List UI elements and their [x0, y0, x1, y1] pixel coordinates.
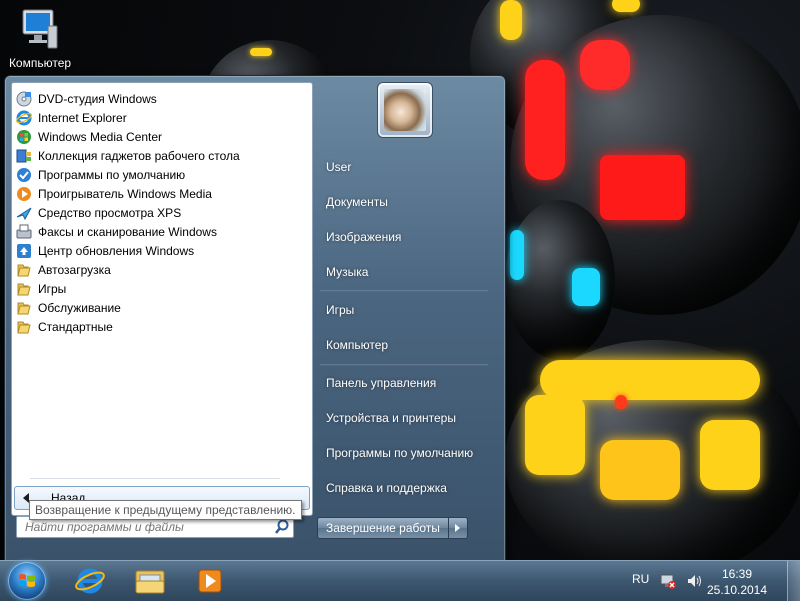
wallpaper-glow — [580, 40, 630, 90]
folder-icon — [16, 300, 32, 316]
back-tooltip: Возвращение к предыдущему представлению. — [29, 500, 302, 520]
folder-icon — [16, 262, 32, 278]
program-folder-accessories[interactable]: Стандартные — [12, 317, 312, 336]
start-link-help-support[interactable]: Справка и поддержка — [326, 481, 447, 495]
wallpaper-glow — [615, 395, 627, 409]
computer-icon — [21, 8, 59, 52]
folder-icon — [16, 319, 32, 335]
search-icon[interactable] — [273, 518, 291, 536]
program-label: Игры — [38, 281, 67, 296]
internet-explorer-icon — [75, 568, 105, 594]
media-player-icon — [198, 569, 222, 593]
media-center-icon — [16, 129, 32, 145]
start-link-games[interactable]: Игры — [326, 303, 354, 317]
start-link-default-programs[interactable]: Программы по умолчанию — [326, 446, 473, 460]
taskbar: RU 16:39 25.10.2014 — [0, 560, 800, 601]
clock-time: 16:39 — [721, 567, 753, 581]
program-label: Коллекция гаджетов рабочего стола — [38, 148, 240, 163]
clock[interactable]: 16:39 25.10.2014 — [702, 566, 772, 598]
shutdown-control: Завершение работы — [317, 517, 468, 539]
program-label: Internet Explorer — [38, 110, 127, 125]
chevron-right-icon — [455, 524, 461, 532]
internet-explorer-icon — [16, 110, 32, 126]
fax-scan-icon — [16, 224, 32, 240]
program-label: Обслуживание — [38, 300, 121, 315]
shutdown-button[interactable]: Завершение работы — [317, 517, 449, 539]
taskbar-media-player-button[interactable] — [186, 563, 234, 599]
user-photo-kitten — [384, 89, 426, 131]
wallpaper-glow — [510, 230, 524, 280]
network-icon[interactable] — [660, 573, 676, 592]
desktop-icon-label: Компьютер — [8, 56, 72, 70]
start-link-computer[interactable]: Компьютер — [326, 338, 388, 352]
program-item-default-programs[interactable]: Программы по умолчанию — [12, 165, 312, 184]
program-label: Стандартные — [38, 319, 113, 334]
wallpaper-glow — [700, 420, 760, 490]
programs-pane: DVD-студия Windows Internet Explorer Win… — [11, 82, 313, 516]
start-button[interactable] — [8, 562, 46, 600]
start-link-devices-printers[interactable]: Устройства и принтеры — [326, 411, 456, 425]
program-label: Windows Media Center — [38, 129, 163, 144]
program-folder-startup[interactable]: Автозагрузка — [12, 260, 312, 279]
program-label: DVD-студия Windows — [38, 91, 157, 106]
program-label: Факсы и сканирование Windows — [38, 224, 217, 239]
program-label: Автозагрузка — [38, 262, 111, 277]
default-programs-icon — [16, 167, 32, 183]
program-folder-games[interactable]: Игры — [12, 279, 312, 298]
program-label: Программы по умолчанию — [38, 167, 186, 182]
wallpaper-glow — [540, 360, 760, 400]
wallpaper-glow — [525, 60, 565, 180]
program-folder-maintenance[interactable]: Обслуживание — [12, 298, 312, 317]
shutdown-options-button[interactable] — [448, 517, 468, 539]
dvd-maker-icon — [16, 91, 32, 107]
windows-update-icon — [16, 243, 32, 259]
wallpaper-glow — [600, 440, 680, 500]
program-item-internet-explorer[interactable]: Internet Explorer — [12, 108, 312, 127]
program-item-fax-scan[interactable]: Факсы и сканирование Windows — [12, 222, 312, 241]
start-link-pictures[interactable]: Изображения — [326, 230, 401, 244]
program-item-dvd-studio[interactable]: DVD-студия Windows — [12, 89, 312, 108]
taskbar-explorer-button[interactable] — [126, 563, 174, 599]
wallpaper-glow — [600, 155, 685, 220]
xps-viewer-icon — [16, 205, 32, 221]
wallpaper-glow — [525, 395, 585, 475]
folder-icon — [16, 281, 32, 297]
gadgets-icon — [16, 148, 32, 164]
program-item-gadgets[interactable]: Коллекция гаджетов рабочего стола — [12, 146, 312, 165]
taskbar-ie-button[interactable] — [66, 563, 114, 599]
wallpaper-glow — [612, 0, 640, 12]
desktop-icon-computer[interactable]: Компьютер — [4, 8, 76, 70]
start-link-control-panel[interactable]: Панель управления — [326, 376, 436, 390]
language-indicator[interactable]: RU — [632, 572, 649, 586]
program-label: Центр обновления Windows — [38, 243, 195, 258]
program-item-windows-update[interactable]: Центр обновления Windows — [12, 241, 312, 260]
clock-date: 25.10.2014 — [706, 583, 768, 597]
windows-logo-icon — [19, 574, 35, 587]
start-search-input[interactable] — [17, 519, 273, 535]
right-separator — [320, 290, 488, 292]
program-label: Средство просмотра XPS — [38, 205, 182, 220]
user-picture[interactable] — [377, 82, 433, 138]
wallpaper-glow — [500, 0, 522, 40]
right-separator — [320, 364, 488, 366]
show-desktop-button[interactable] — [787, 561, 800, 601]
media-player-icon — [16, 186, 32, 202]
start-link-user[interactable]: User — [326, 160, 351, 174]
program-item-media-center[interactable]: Windows Media Center — [12, 127, 312, 146]
programs-list: DVD-студия Windows Internet Explorer Win… — [12, 83, 312, 336]
wallpaper-glow — [572, 268, 600, 306]
explorer-folder-icon — [135, 570, 165, 594]
program-item-media-player[interactable]: Проигрыватель Windows Media — [12, 184, 312, 203]
wallpaper-glow — [250, 48, 272, 56]
program-item-xps-viewer[interactable]: Средство просмотра XPS — [12, 203, 312, 222]
programs-divider — [30, 478, 280, 479]
program-label: Проигрыватель Windows Media — [38, 186, 212, 201]
start-link-documents[interactable]: Документы — [326, 195, 388, 209]
start-link-music[interactable]: Музыка — [326, 265, 368, 279]
